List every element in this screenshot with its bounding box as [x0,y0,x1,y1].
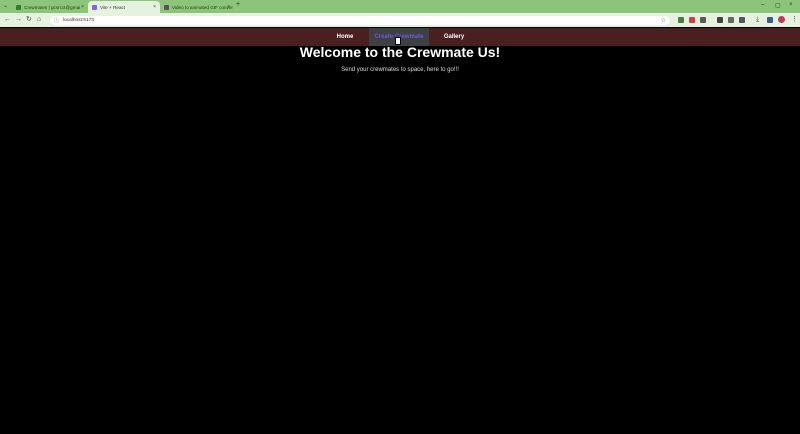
forward-icon[interactable]: → [15,16,22,24]
reload-icon[interactable]: ↻ [26,16,32,24]
bookmark-star-icon[interactable]: ☆ [661,17,666,24]
close-window-icon[interactable]: × [789,2,793,8]
profile-avatar[interactable] [778,16,785,23]
tab-title: Vite + React [100,4,126,10]
close-tab-icon[interactable]: × [81,4,84,10]
browser-tab-strip: ⌄ Crewmates | gcsrcct@gmai × Vite + Reac… [0,0,800,13]
maximize-icon[interactable]: ▢ [775,2,781,9]
tab-title: Video to animated GIF conver [172,4,233,10]
site-info-icon[interactable]: ⓘ [54,17,59,24]
tab-video-gif[interactable]: Video to animated GIF conver × [160,1,234,13]
home-icon[interactable]: ⌂ [37,16,41,24]
favicon-icon [16,4,21,10]
download-icon[interactable]: ⤓ [756,16,759,24]
tab-crewmates[interactable]: Crewmates | gcsrcct@gmai × [12,1,88,13]
extension-icon[interactable] [689,17,695,23]
page-title: Welcome to the Crewmate Us! [299,44,501,60]
browser-toolbar: ← → ↻ ⌂ ⓘ localhost:5173 ☆ ⤓ [0,13,800,27]
extension-icon[interactable] [678,17,684,23]
favicon-icon [164,4,169,10]
extension-icon[interactable] [717,17,723,23]
back-icon[interactable]: ← [4,16,11,24]
page-subtitle: Send your crewmates to space, here to go… [341,67,459,73]
extension-icon[interactable] [739,17,745,23]
extension-icon[interactable] [767,17,773,23]
tab-title: Crewmates | gcsrcct@gmai [24,4,81,10]
menu-icon[interactable]: ⋮ [791,16,798,24]
close-tab-icon[interactable]: × [227,4,230,10]
url-text: localhost:5173 [63,17,94,23]
minimize-icon[interactable]: – [761,2,764,8]
history-icon[interactable] [728,17,734,23]
new-tab-button[interactable]: + [236,1,240,8]
tab-vite-react[interactable]: Vite + React × [88,1,160,13]
close-tab-icon[interactable]: × [153,4,156,10]
extensions-puzzle-icon[interactable] [700,17,706,23]
vite-favicon-icon [92,4,97,10]
tab-search-icon[interactable]: ⌄ [3,2,8,10]
address-bar[interactable]: ⓘ localhost:5173 ☆ [50,15,670,25]
